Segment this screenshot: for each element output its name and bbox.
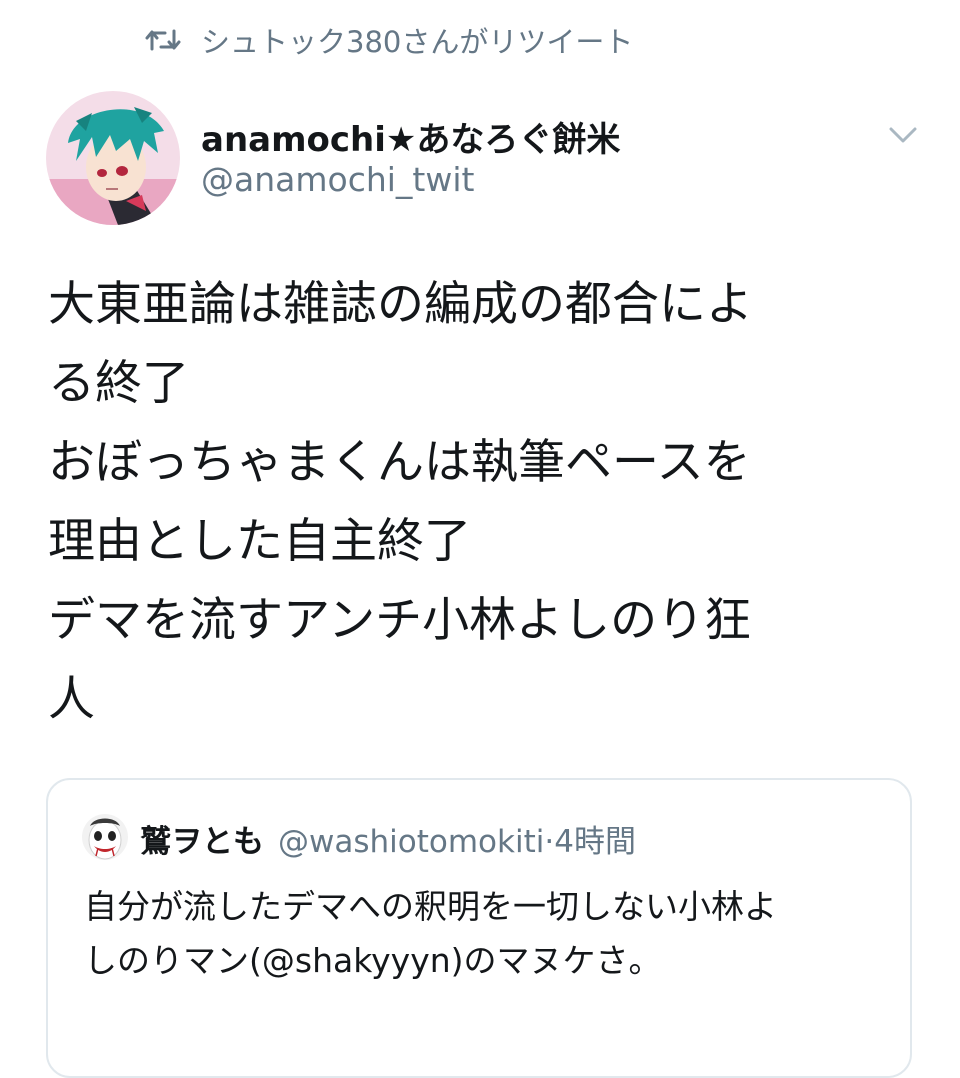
author-handle[interactable]: @anamochi_twit xyxy=(201,160,474,199)
quoted-tweet-text: 自分が流したデマへの釈明を一切しない小林よ しのりマン(@shakyyyn)のマ… xyxy=(84,880,894,988)
quoted-text-line: 自分が流したデマへの釈明を一切しない小林よ xyxy=(84,887,777,926)
tweet-text-line: る終了 xyxy=(48,356,189,411)
author-avatar[interactable] xyxy=(46,91,180,225)
chevron-down-icon[interactable] xyxy=(886,120,920,150)
tweet-text-line: 大東亜論は雑誌の編成の都合によ xyxy=(48,277,753,332)
quoted-author-avatar[interactable] xyxy=(82,814,128,860)
quoted-author-display-name[interactable]: 鷲ヲとも xyxy=(140,816,264,861)
quoted-text-line: しのりマン(@shakyyyn)のマヌケさ。 xyxy=(84,941,662,980)
retweet-icon xyxy=(145,25,181,55)
quoted-tweet-card[interactable]: 鷲ヲとも @washiotomokiti · 4時間 自分が流したデマへの釈明を… xyxy=(46,778,912,1078)
tweet-text-line: 理由とした自主終了 xyxy=(48,514,471,569)
header-separator: · xyxy=(544,824,555,860)
author-display-name[interactable]: anamochi★あなろぐ餅米 xyxy=(201,112,620,161)
quoted-tweet-timestamp[interactable]: 4時間 xyxy=(554,816,636,861)
retweet-context-text: シュトック380さんがリツイート xyxy=(201,25,634,59)
retweet-context[interactable]: シュトック380さんがリツイート xyxy=(145,20,633,60)
quoted-author-handle[interactable]: @washiotomokiti xyxy=(278,824,544,860)
tweet-text: 大東亜論は雑誌の編成の都合によ る終了 おぼっちゃまくんは執筆ペースを 理由とし… xyxy=(48,265,908,739)
tweet-text-line: デマを流すアンチ小林よしのり狂 xyxy=(48,593,752,648)
tweet-text-line: おぼっちゃまくんは執筆ペースを xyxy=(48,435,751,490)
tweet-text-line: 人 xyxy=(48,672,95,727)
quoted-tweet-header: 鷲ヲとも @washiotomokiti · 4時間 xyxy=(140,816,636,861)
